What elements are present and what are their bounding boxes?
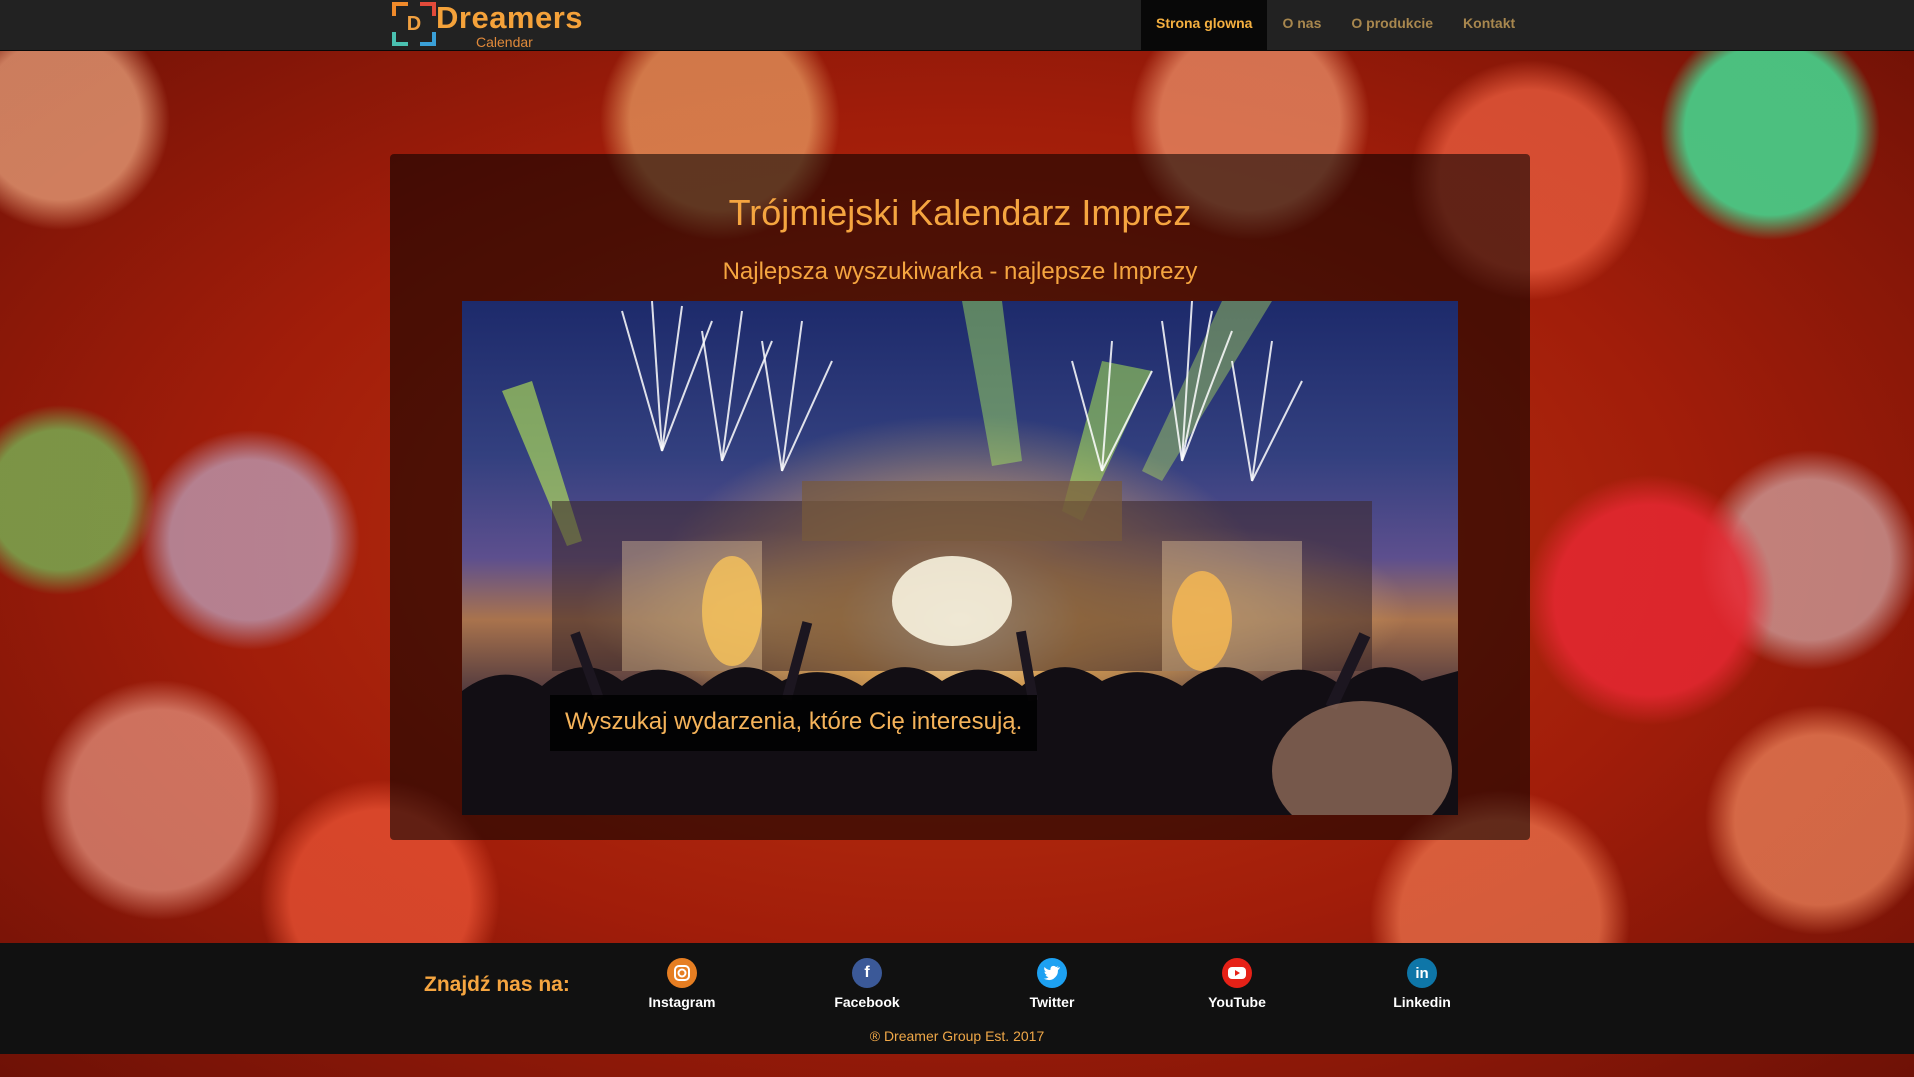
hero-caption: Wyszukaj wydarzenia, które Cię interesuj… <box>550 695 1038 751</box>
social-link-linkedin[interactable]: in Linkedin <box>1357 958 1487 1010</box>
social-link-twitter[interactable]: Twitter <box>987 958 1117 1010</box>
nav-item-contact[interactable]: Kontakt <box>1448 0 1530 50</box>
hero-image: Wyszukaj wydarzenia, które Cię interesuj… <box>462 301 1458 815</box>
footer: Znajdź nas na: Instagram f Facebook Twit… <box>0 943 1914 1054</box>
find-us-label: Znajdź nas na: <box>424 973 570 996</box>
page-title: Trójmiejski Kalendarz Imprez <box>728 192 1192 233</box>
youtube-icon <box>1222 958 1252 988</box>
copyright-text: ® Dreamer Group Est. 2017 <box>869 1028 1045 1044</box>
social-label: YouTube <box>1208 994 1266 1010</box>
nav-menu: Strona glowna O nas O produkcie Kontakt <box>1141 0 1530 50</box>
social-link-youtube[interactable]: YouTube <box>1172 958 1302 1010</box>
social-link-facebook[interactable]: f Facebook <box>802 958 932 1010</box>
nav-item-home[interactable]: Strona glowna <box>1141 0 1268 50</box>
twitter-icon <box>1037 958 1067 988</box>
social-label: Linkedin <box>1393 994 1451 1010</box>
nav-item-about[interactable]: O nas <box>1267 0 1336 50</box>
navbar: D Dreamers Calendar Strona glowna O nas … <box>0 0 1914 51</box>
brand-logo[interactable]: D Dreamers Calendar <box>392 0 584 50</box>
social-link-instagram[interactable]: Instagram <box>617 958 747 1010</box>
nav-item-product[interactable]: O produkcie <box>1336 0 1448 50</box>
social-label: Facebook <box>834 994 900 1010</box>
jumbotron-panel: Trójmiejski Kalendarz Imprez Najlepsza w… <box>390 154 1530 840</box>
brand-name: Dreamers <box>436 0 584 35</box>
brand-subtitle: Calendar <box>476 34 533 50</box>
linkedin-icon: in <box>1407 958 1437 988</box>
social-label: Instagram <box>648 994 716 1010</box>
social-label: Twitter <box>1029 994 1075 1010</box>
instagram-icon <box>667 958 697 988</box>
facebook-icon: f <box>852 958 882 988</box>
logo-icon: D <box>392 2 436 46</box>
logo-letter: D <box>406 13 422 35</box>
page-subtitle: Najlepsza wyszukiwarka - najlepsze Impre… <box>722 258 1198 285</box>
